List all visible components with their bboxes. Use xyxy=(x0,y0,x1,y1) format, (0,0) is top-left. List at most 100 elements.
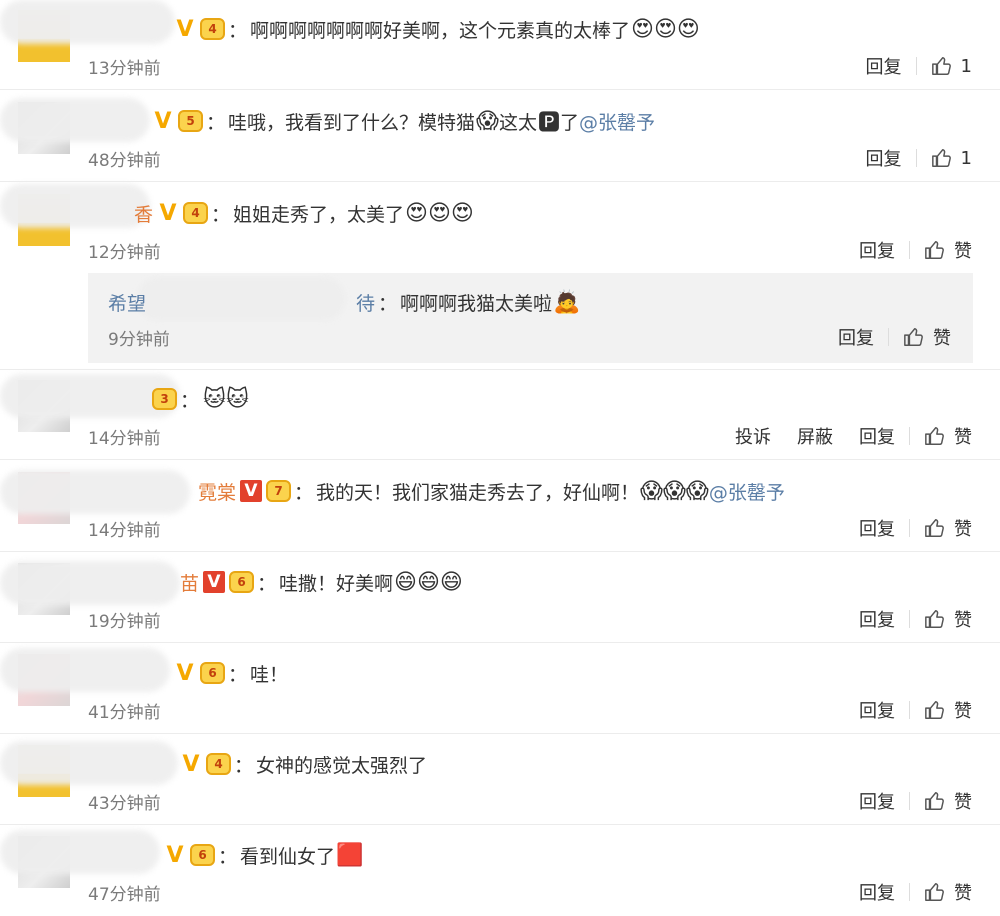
grin-emoji-icon: 😄😄😄 xyxy=(394,569,463,595)
divider xyxy=(888,328,889,346)
username[interactable]: 霓棠 xyxy=(88,478,236,505)
thumbs-up-icon xyxy=(931,57,951,75)
reply-button[interactable]: 回复 xyxy=(859,879,895,905)
thumbs-up-icon xyxy=(925,701,944,719)
like-button[interactable]: 赞 xyxy=(924,515,972,541)
comment-text: 姐姐走秀了，太美了 xyxy=(233,203,405,226)
comment-item: V 6 ： 哇！ 41分钟前 回复 赞 xyxy=(0,644,1000,734)
thumbs-up-icon xyxy=(925,610,944,628)
timestamp: 14分钟前 xyxy=(88,429,161,449)
comment-item: V 4 ： 啊啊啊啊啊啊啊好美啊，这个元素真的太棒了 😍😍😍 13分钟前 回复 … xyxy=(0,0,1000,90)
verified-v-icon: V xyxy=(176,660,194,686)
laugh-emoji-icon: 😍😍😍 xyxy=(405,200,474,226)
divider xyxy=(915,57,917,75)
verified-v-icon: V xyxy=(240,480,263,502)
level-badge: 4 xyxy=(200,18,225,40)
like-button[interactable]: 1 xyxy=(931,55,972,77)
level-badge: 7 xyxy=(266,480,292,502)
reply-button[interactable]: 回复 xyxy=(859,606,895,632)
level-badge: 5 xyxy=(178,110,203,132)
level-badge: 6 xyxy=(190,844,215,866)
like-button[interactable]: 赞 xyxy=(924,237,972,263)
sticker-emoji-icon: 🅿 xyxy=(537,111,560,136)
divider xyxy=(915,149,917,167)
reply-button[interactable]: 回复 xyxy=(838,324,874,350)
reply-button[interactable]: 回复 xyxy=(859,788,895,814)
verified-v-icon: V xyxy=(166,842,184,868)
like-button[interactable]: 赞 xyxy=(924,879,972,905)
report-button[interactable]: 投诉 xyxy=(735,423,771,449)
level-badge: 6 xyxy=(200,662,225,684)
comment-item: 3 ： 🐱🐱 14分钟前 投诉 屏蔽 回复 赞 xyxy=(0,370,1000,460)
comment-item: V 5 ： 哇哦，我看到了什么？模特猫 😱 这太 🅿 了 @张罄予 48分钟前 … xyxy=(0,92,1000,182)
thumbs-up-icon xyxy=(925,241,944,259)
verified-v-icon: V xyxy=(159,200,177,226)
timestamp: 14分钟前 xyxy=(88,521,161,541)
verified-v-icon: V xyxy=(203,571,226,593)
divider xyxy=(909,427,910,445)
reply-username-end[interactable]: 待 xyxy=(356,289,375,316)
divider xyxy=(909,519,910,537)
thumbs-up-icon xyxy=(925,792,944,810)
username[interactable]: 香 xyxy=(88,200,153,227)
verified-v-icon: V xyxy=(182,751,200,777)
shocked-emoji-icon: 😱😱😱 xyxy=(640,478,709,504)
reply-button[interactable]: 回复 xyxy=(859,515,895,541)
like-button[interactable]: 1 xyxy=(931,147,972,169)
like-button[interactable]: 赞 xyxy=(924,423,972,449)
reply-button[interactable]: 回复 xyxy=(859,423,895,449)
like-button[interactable]: 赞 xyxy=(924,788,972,814)
praise-label: 赞 xyxy=(954,701,972,722)
verified-v-icon: V xyxy=(154,108,172,134)
reply-button[interactable]: 回复 xyxy=(866,145,902,171)
praise-label: 赞 xyxy=(954,241,972,262)
comment-item: 苗 V 6 ： 哇撒！好美啊 😄😄😄 19分钟前 回复 赞 xyxy=(0,553,1000,643)
thumbs-up-icon xyxy=(925,519,944,537)
timestamp: 41分钟前 xyxy=(88,703,161,723)
comment-text: 哇！ xyxy=(250,663,289,686)
like-count: 1 xyxy=(960,147,972,169)
comment-text-part: 了 xyxy=(560,111,580,134)
divider xyxy=(909,792,910,810)
cat-emoji-icon: 🐱🐱 xyxy=(203,386,249,412)
level-badge: 4 xyxy=(206,753,231,775)
comment-text: 啊啊啊啊啊啊啊好美啊，这个元素真的太棒了 xyxy=(250,19,631,42)
comment-text: 我的天！我们家猫走秀去了，好仙啊！ xyxy=(316,481,640,504)
timestamp: 13分钟前 xyxy=(88,59,161,79)
praise-label: 赞 xyxy=(954,519,972,540)
like-count: 1 xyxy=(960,55,972,77)
bow-emoji-icon: 🙇 xyxy=(553,289,581,315)
timestamp: 43分钟前 xyxy=(88,794,161,814)
thumbs-up-icon xyxy=(904,328,923,346)
timestamp: 19分钟前 xyxy=(88,612,161,632)
block-button[interactable]: 屏蔽 xyxy=(797,423,833,449)
divider xyxy=(909,701,910,719)
like-button[interactable]: 赞 xyxy=(924,697,972,723)
comment-text-part: 这太 xyxy=(498,111,537,134)
thumbs-up-icon xyxy=(925,427,944,445)
verified-v-icon: V xyxy=(176,16,194,42)
reply-button[interactable]: 回复 xyxy=(859,697,895,723)
comment-item: V 6 ： 看到仙女了 🟥 47分钟前 回复 赞 xyxy=(0,826,1000,916)
divider xyxy=(909,883,910,901)
mention-link[interactable]: @张罄予 xyxy=(709,478,785,505)
level-badge: 6 xyxy=(229,571,255,593)
reply-button[interactable]: 回复 xyxy=(859,237,895,263)
username[interactable]: 苗 xyxy=(88,569,199,596)
thumbs-up-icon xyxy=(931,149,951,167)
comment-text: 女神的感觉太强烈了 xyxy=(256,754,428,777)
divider xyxy=(909,241,910,259)
like-button[interactable]: 赞 xyxy=(924,606,972,632)
reply-username-start[interactable]: 希望 xyxy=(108,289,146,316)
divider xyxy=(909,610,910,628)
mention-link[interactable]: @张罄予 xyxy=(579,108,655,135)
praise-label: 赞 xyxy=(933,328,951,349)
level-badge: 3 xyxy=(152,388,177,410)
comment-item: 霓棠 V 7 ： 我的天！我们家猫走秀去了，好仙啊！ 😱😱😱 @张罄予 14分钟… xyxy=(0,462,1000,552)
praise-label: 赞 xyxy=(954,883,972,904)
reply-button[interactable]: 回复 xyxy=(866,53,902,79)
like-button[interactable]: 赞 xyxy=(903,324,951,350)
comment-item: V 4 ： 女神的感觉太强烈了 43分钟前 回复 赞 xyxy=(0,735,1000,825)
praise-label: 赞 xyxy=(954,610,972,631)
timestamp: 12分钟前 xyxy=(88,243,161,263)
